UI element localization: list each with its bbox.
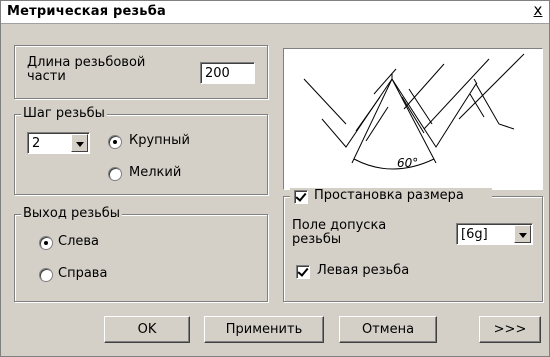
tolerance-select[interactable]: [6g] xyxy=(456,223,533,245)
tolerance-select-value: [6g] xyxy=(461,227,488,242)
length-input-value: 200 xyxy=(205,66,230,81)
radio-fine-label: Мелкий xyxy=(129,165,182,180)
pitch-select[interactable]: 2 xyxy=(27,132,90,154)
length-group: Длина резьбовой части 200 xyxy=(14,45,268,99)
title-bar: Метрическая резьба x xyxy=(1,1,549,24)
exit-group: Выход резьбы Слева Справа xyxy=(14,206,268,302)
radio-coarse-label: Крупный xyxy=(129,133,190,148)
dimension-legend: Простановка размера xyxy=(290,188,492,206)
tolerance-label: Поле допуска резьбы xyxy=(292,218,387,247)
radio-fine[interactable] xyxy=(108,167,122,181)
ok-button[interactable]: OK xyxy=(104,316,190,343)
dimension-group: Простановка размера Поле допуска резьбы … xyxy=(283,188,543,302)
left-thread-checkbox[interactable] xyxy=(296,265,310,279)
thread-profile-drawing: 60° xyxy=(303,53,525,170)
chevron-down-icon[interactable] xyxy=(514,225,531,243)
dimension-checkbox-label: Простановка размера xyxy=(314,188,464,203)
pitch-select-value: 2 xyxy=(32,136,41,151)
radio-right-exit[interactable] xyxy=(39,268,53,282)
radio-left-exit[interactable] xyxy=(39,236,53,250)
apply-button[interactable]: Применить xyxy=(204,316,324,343)
left-thread-label: Левая резьба xyxy=(317,263,410,278)
cancel-button[interactable]: Отмена xyxy=(339,316,437,343)
close-icon[interactable]: x xyxy=(531,3,545,18)
radio-left-exit-label: Слева xyxy=(58,234,100,249)
radio-coarse[interactable] xyxy=(108,135,122,149)
thread-dialog: Метрическая резьба x Длина резьбовой час… xyxy=(0,0,550,357)
more-button[interactable]: >>> xyxy=(479,316,541,343)
dimension-checkbox[interactable] xyxy=(294,190,308,204)
exit-group-label: Выход резьбы xyxy=(21,206,123,221)
chevron-down-icon[interactable] xyxy=(71,134,88,152)
length-label: Длина резьбовой части xyxy=(27,55,146,84)
pitch-group: Шаг резьбы 2 Крупный Мелкий xyxy=(14,106,268,195)
length-input[interactable]: 200 xyxy=(200,62,255,84)
thread-preview: 60° xyxy=(283,48,543,190)
angle-label: 60° xyxy=(397,156,418,170)
radio-right-exit-label: Справа xyxy=(58,266,108,281)
pitch-group-label: Шаг резьбы xyxy=(21,106,107,121)
window-title: Метрическая резьба xyxy=(7,4,166,19)
